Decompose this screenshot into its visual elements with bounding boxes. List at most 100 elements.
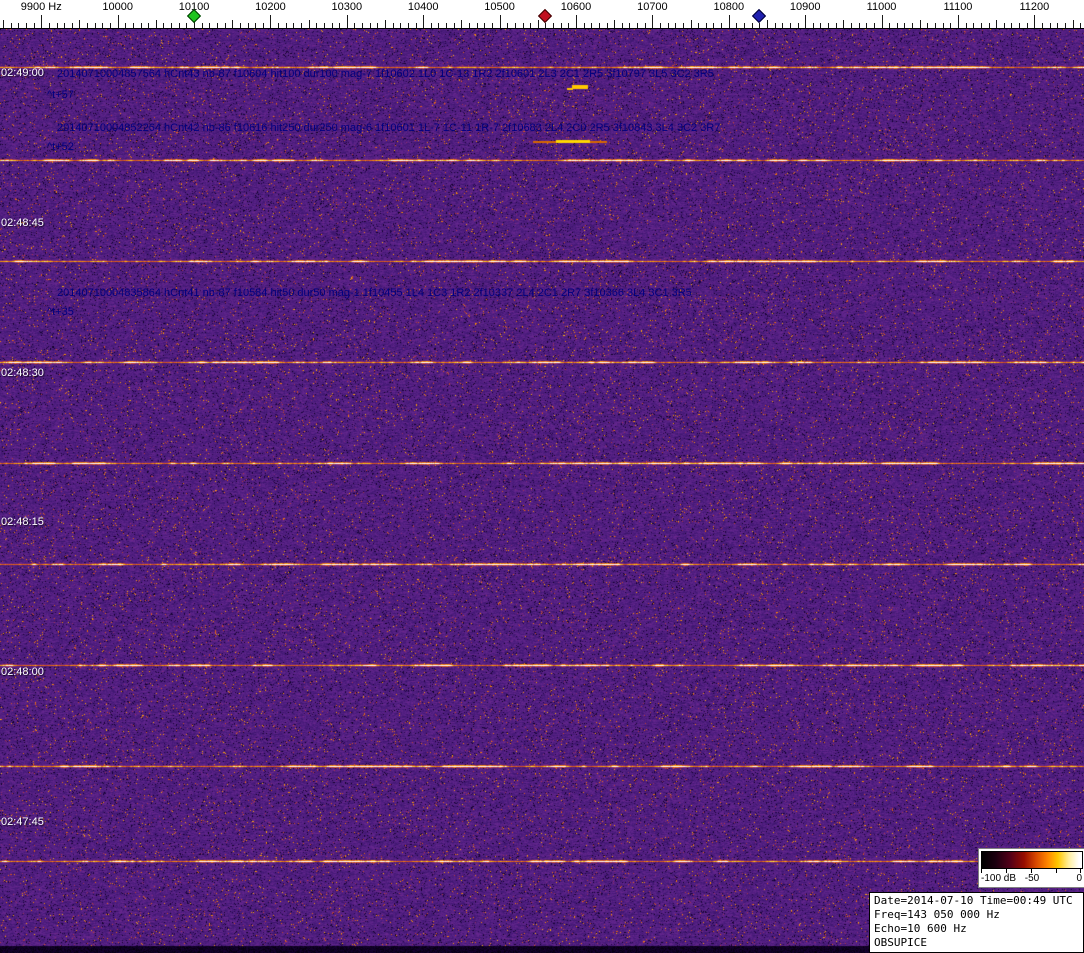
ruler-tick xyxy=(691,20,692,28)
ruler-frequency-label: 10300 xyxy=(331,1,363,13)
ruler-tick xyxy=(591,23,592,28)
ruler-tick xyxy=(1027,23,1028,28)
info-date-time: Date=2014-07-10 Time=00:49 UTC xyxy=(874,894,1073,907)
meteor-echo-spectrogram-window: 9900 Hz 10000 10100 10200 10300 10400 10500 106… xyxy=(0,0,1084,953)
ruler-tick xyxy=(1050,23,1051,28)
ruler-tick xyxy=(614,20,615,28)
ruler-frequency-label: 10900 xyxy=(789,1,821,13)
spectrogram-waterfall: -100 dB -50 0 Date=2014-07-10 Time=00:49… xyxy=(0,28,1084,953)
ruler-tick xyxy=(186,23,187,28)
ruler-tick xyxy=(698,23,699,28)
ruler-tick xyxy=(354,23,355,28)
ruler-tick xyxy=(278,23,279,28)
ruler-tick xyxy=(484,23,485,28)
legend-label-max: 0 xyxy=(1076,873,1082,884)
echo-time-offset-label: ^t+52 xyxy=(47,141,74,153)
ruler-tick xyxy=(431,23,432,28)
ruler-tick xyxy=(996,20,997,28)
ruler-tick xyxy=(102,23,103,28)
observation-info-box: Date=2014-07-10 Time=00:49 UTC Freq=143 … xyxy=(869,892,1084,953)
ruler-tick xyxy=(202,23,203,28)
time-axis-label: 02:48:30 xyxy=(1,367,44,379)
ruler-tick xyxy=(767,20,768,28)
ruler-tick xyxy=(255,23,256,28)
ruler-frequency-label: 10400 xyxy=(407,1,439,13)
ruler-tick xyxy=(79,20,80,28)
ruler-tick xyxy=(561,23,562,28)
ruler-tick xyxy=(110,23,111,28)
info-echo-frequency: Echo=10 600 Hz xyxy=(874,922,967,935)
ruler-tick xyxy=(362,23,363,28)
ruler-tick xyxy=(1057,23,1058,28)
intensity-gradient-bar xyxy=(981,851,1083,869)
ruler-tick xyxy=(1011,23,1012,28)
ruler-tick xyxy=(492,23,493,28)
ruler-tick xyxy=(309,20,310,28)
ruler-tick xyxy=(958,15,959,28)
ruler-tick xyxy=(920,20,921,28)
ruler-tick xyxy=(721,23,722,28)
echo-time-offset-label: ^t+35 xyxy=(47,306,74,318)
ruler-frequency-label: 11000 xyxy=(866,1,897,13)
ruler-tick xyxy=(385,20,386,28)
spectrogram-canvas[interactable] xyxy=(0,28,1084,953)
time-axis-label: 02:48:45 xyxy=(1,217,44,229)
ruler-frequency-label: 11200 xyxy=(1019,1,1050,13)
ruler-tick xyxy=(423,15,424,28)
ruler-tick xyxy=(622,23,623,28)
ruler-tick xyxy=(293,23,294,28)
ruler-tick xyxy=(332,23,333,28)
ruler-tick xyxy=(545,23,546,28)
red-diamond-icon[interactable] xyxy=(538,8,553,24)
ruler-tick xyxy=(859,23,860,28)
ruler-tick xyxy=(301,23,302,28)
ruler-tick xyxy=(1004,23,1005,28)
legend-tick xyxy=(1006,869,1007,873)
echo-detection-annotation: 20140710004857564 hCnt43 nb-87 f10604 hi… xyxy=(57,68,714,80)
ruler-tick xyxy=(240,23,241,28)
ruler-tick xyxy=(1034,15,1035,28)
ruler-tick xyxy=(843,20,844,28)
ruler-tick xyxy=(133,23,134,28)
ruler-tick xyxy=(759,23,760,28)
ruler-tick xyxy=(530,23,531,28)
ruler-tick xyxy=(828,23,829,28)
time-axis-label: 02:48:15 xyxy=(1,516,44,528)
ruler-tick xyxy=(209,23,210,28)
blue-diamond-icon[interactable] xyxy=(752,8,767,24)
ruler-tick xyxy=(370,23,371,28)
legend-label-min: -100 dB xyxy=(981,873,1017,884)
legend-tick xyxy=(1031,869,1032,873)
ruler-tick xyxy=(538,20,539,28)
ruler-tick xyxy=(125,23,126,28)
ruler-tick xyxy=(790,23,791,28)
ruler-tick xyxy=(889,23,890,28)
ruler-tick xyxy=(736,23,737,28)
ruler-tick xyxy=(41,15,42,28)
ruler-tick xyxy=(179,23,180,28)
ruler-tick xyxy=(882,15,883,28)
ruler-tick xyxy=(507,23,508,28)
ruler-tick xyxy=(775,23,776,28)
ruler-tick xyxy=(744,23,745,28)
echo-detection-annotation: 20140710004852264 hCnt42 nb-86 f10616 hi… xyxy=(57,122,721,134)
ruler-tick xyxy=(897,23,898,28)
frequency-ruler: 9900 Hz 10000 10100 10200 10300 10400 10500 106… xyxy=(0,0,1084,29)
ruler-frequency-label: 10500 xyxy=(484,1,515,13)
ruler-tick xyxy=(637,23,638,28)
info-station-id: OBSUPICE xyxy=(874,936,927,949)
ruler-tick xyxy=(668,23,669,28)
ruler-tick xyxy=(782,23,783,28)
ruler-tick xyxy=(675,23,676,28)
ruler-tick xyxy=(324,23,325,28)
ruler-tick xyxy=(866,23,867,28)
ruler-tick xyxy=(1080,23,1081,28)
ruler-tick xyxy=(248,23,249,28)
ruler-tick xyxy=(3,20,4,28)
ruler-tick xyxy=(515,23,516,28)
ruler-tick xyxy=(400,23,401,28)
ruler-tick xyxy=(171,23,172,28)
ruler-tick xyxy=(836,23,837,28)
echo-time-offset-label: ^t+57 xyxy=(47,89,74,101)
ruler-tick xyxy=(874,23,875,28)
